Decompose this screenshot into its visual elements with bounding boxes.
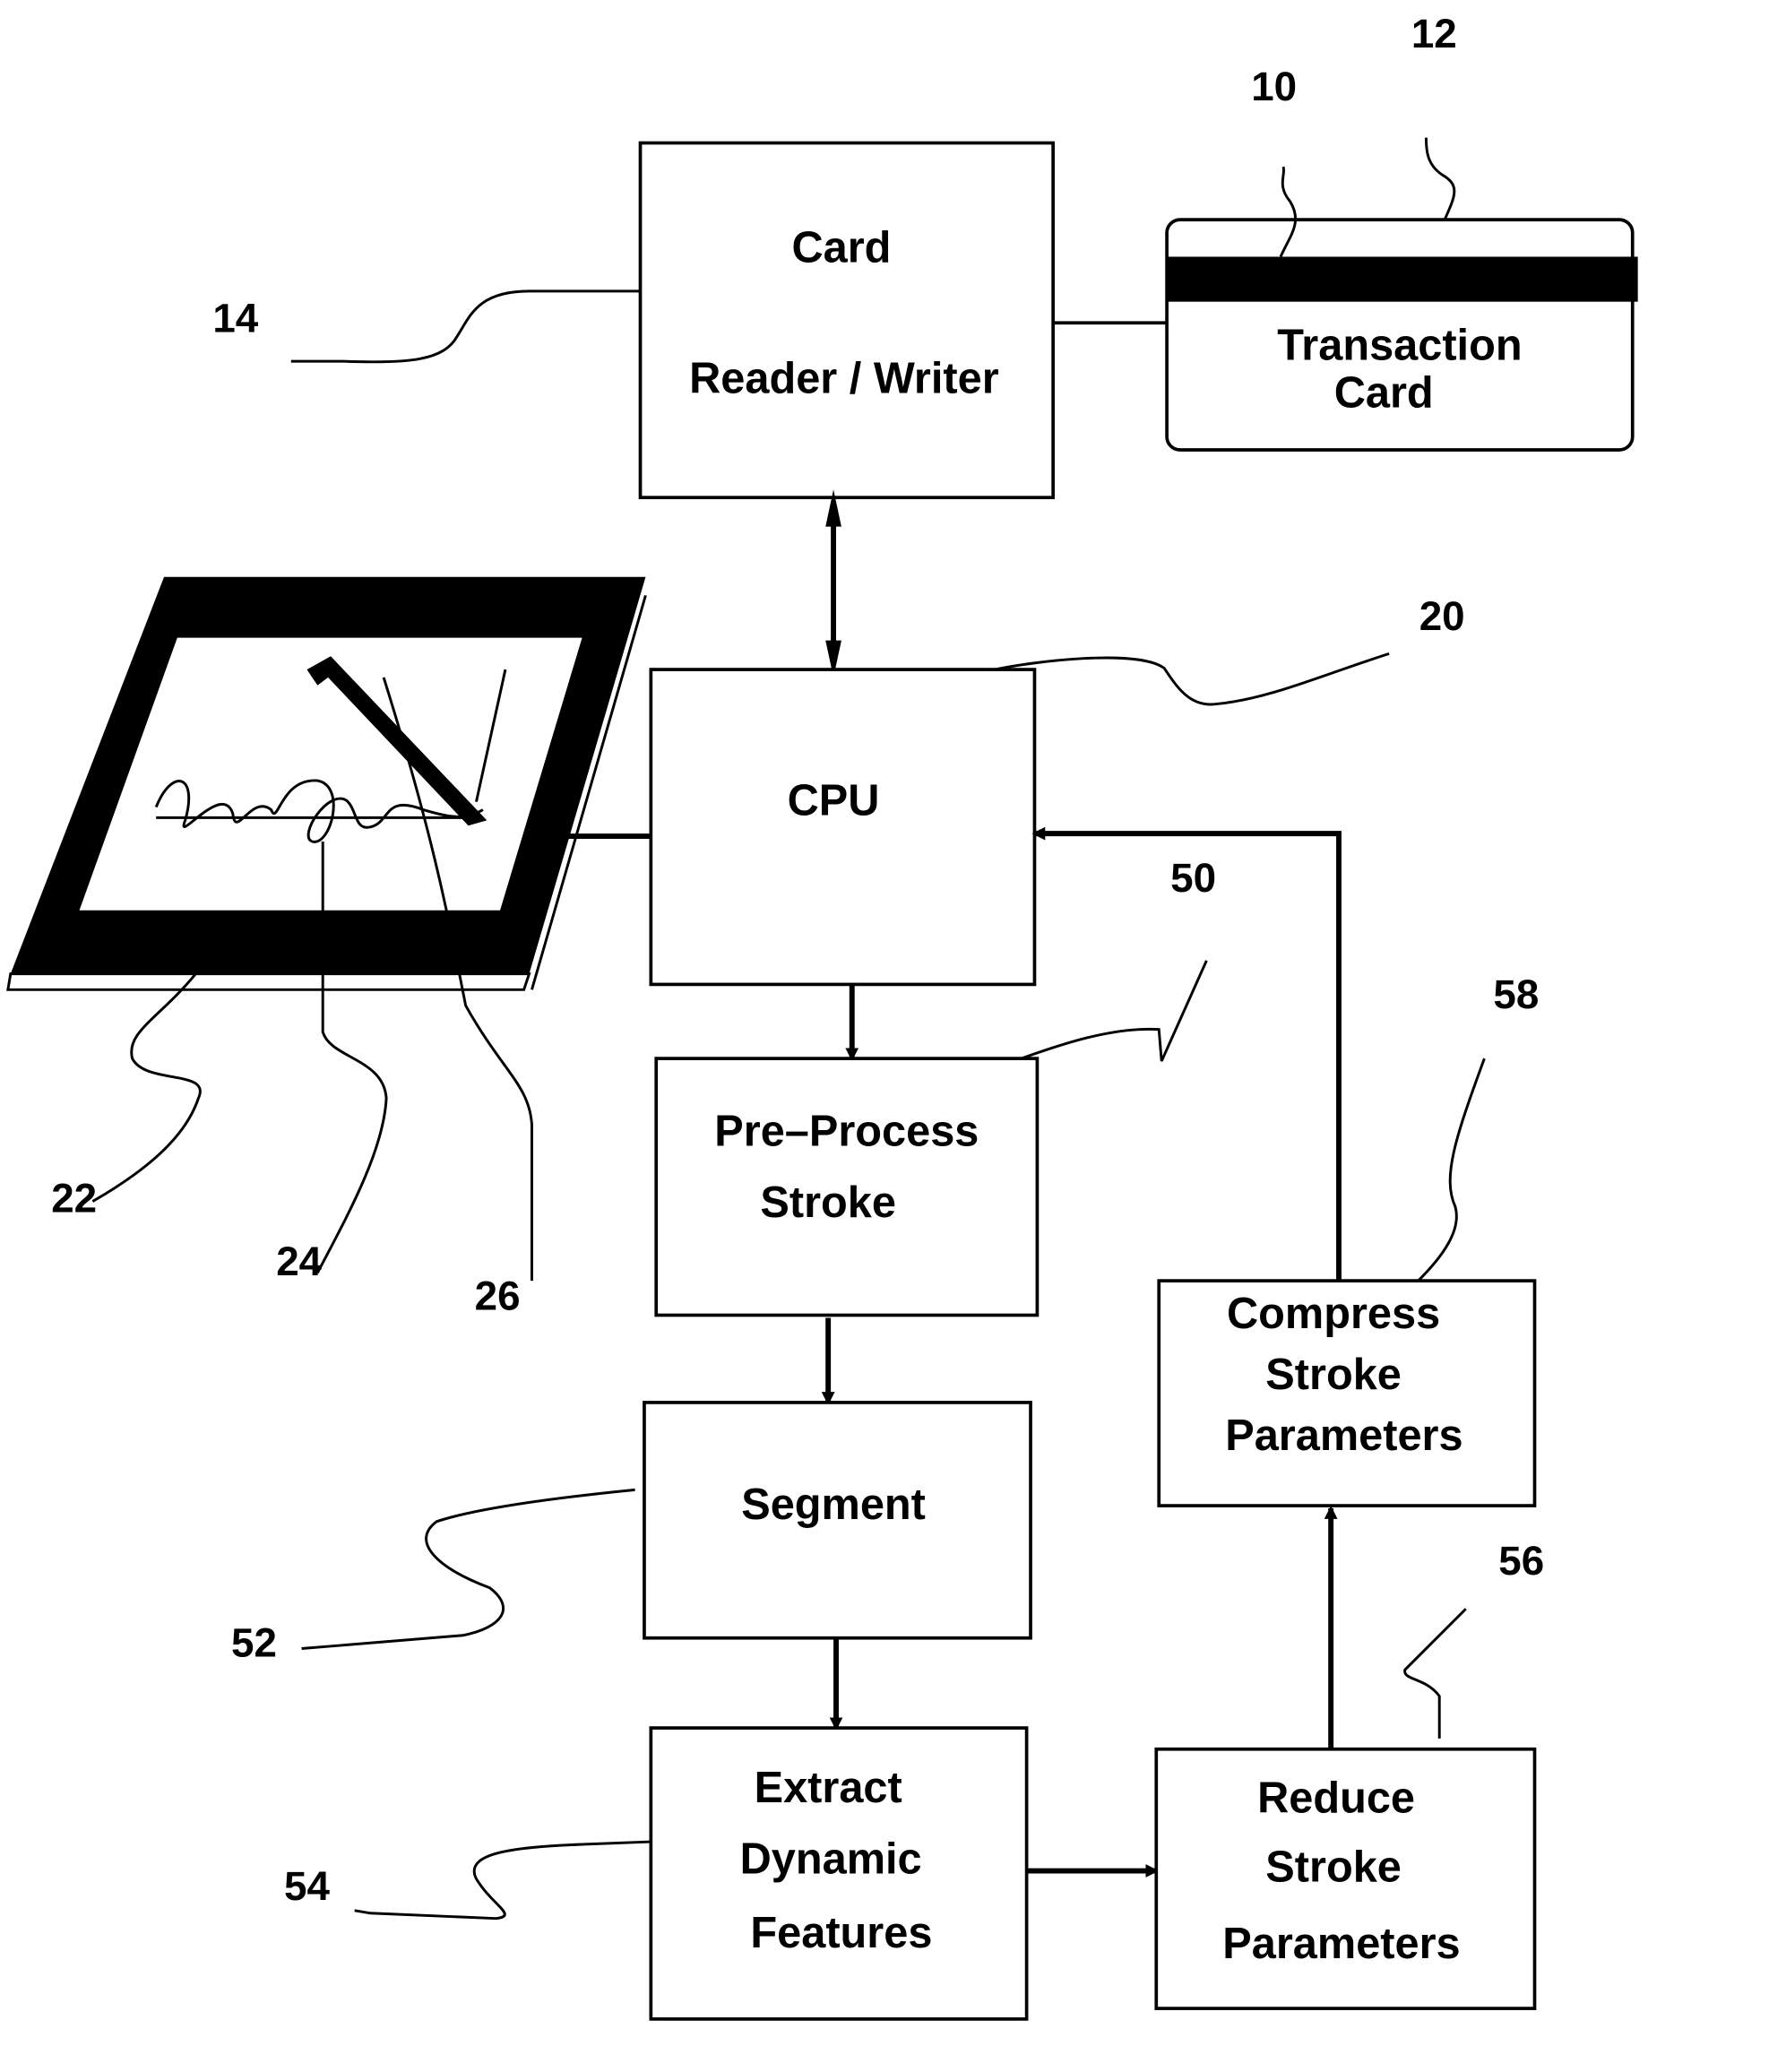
card-reader-label-line2: Reader / Writer: [689, 355, 999, 403]
compress-label-line3: Parameters: [1225, 1412, 1462, 1460]
reduce-label-line2: Stroke: [1265, 1843, 1402, 1891]
compress-label-line2: Stroke: [1265, 1351, 1402, 1399]
extract-label-line2: Dynamic: [740, 1835, 922, 1883]
ref-58-leader: [1417, 1058, 1486, 1282]
ref-20: 20: [1419, 593, 1465, 639]
card-reader-writer-block: Card Reader / Writer: [638, 141, 1055, 499]
ref-12: 12: [1411, 11, 1457, 56]
compress-stroke-parameters-block: Compress Stroke Parameters: [1157, 1279, 1537, 1507]
ref-56-leader: [1403, 1608, 1467, 1739]
ref-52: 52: [231, 1619, 277, 1665]
signature-verification-block-diagram: Card Reader / Writer 14 Transaction Card…: [6, 11, 1638, 2021]
transaction-card-label-line2: Card: [1334, 369, 1434, 418]
preprocess-stroke-block: Pre–Process Stroke: [654, 1057, 1040, 1317]
reduce-label-line3: Parameters: [1222, 1920, 1460, 1968]
cpu-label: CPU: [788, 776, 880, 824]
ref-14-leader: [290, 289, 641, 364]
preprocess-label-line1: Pre–Process: [714, 1108, 979, 1156]
segment-label: Segment: [741, 1481, 926, 1529]
ref-14: 14: [212, 296, 258, 341]
magnetic-stripe: [1167, 256, 1638, 302]
transaction-card-label-line1: Transaction: [1277, 322, 1522, 370]
preprocess-label-line2: Stroke: [760, 1178, 896, 1227]
ref-54-leader: [354, 1840, 651, 1921]
ref-22-leader: [91, 972, 202, 1203]
ref-54: 54: [284, 1863, 330, 1909]
cpu-box: [649, 668, 1037, 987]
reduce-label-line1: Reduce: [1257, 1774, 1415, 1823]
segment-block: Segment: [643, 1401, 1032, 1640]
ref-50: 50: [1170, 855, 1216, 901]
ref-56: 56: [1498, 1538, 1544, 1584]
transaction-card-block: Transaction Card: [1165, 218, 1638, 452]
reduce-stroke-parameters-block: Reduce Stroke Parameters: [1154, 1747, 1537, 2010]
tablet-base: [6, 972, 531, 991]
signature-tablet: [6, 576, 647, 991]
ref-50-leader: [1021, 960, 1208, 1062]
reader-cpu-bidirectional-arrow: [825, 489, 841, 678]
extract-dynamic-features-block: Extract Dynamic Features: [649, 1726, 1029, 2021]
ref-52-leader: [301, 1488, 635, 1650]
extract-label-line3: Features: [750, 1909, 932, 1957]
card-reader-label-line1: Card: [791, 223, 891, 272]
ref-22: 22: [51, 1175, 97, 1221]
cpu-block: CPU: [649, 668, 1037, 987]
ref-58: 58: [1493, 971, 1539, 1017]
extract-label-line1: Extract: [755, 1764, 902, 1812]
compress-label-line1: Compress: [1227, 1290, 1440, 1338]
ref-12-leader: [1424, 137, 1456, 220]
card-reader-box: [638, 141, 1055, 499]
ref-26: 26: [475, 1273, 521, 1319]
ref-24: 24: [276, 1239, 322, 1284]
ref-20-leader: [994, 652, 1390, 706]
ref-10: 10: [1251, 64, 1297, 109]
